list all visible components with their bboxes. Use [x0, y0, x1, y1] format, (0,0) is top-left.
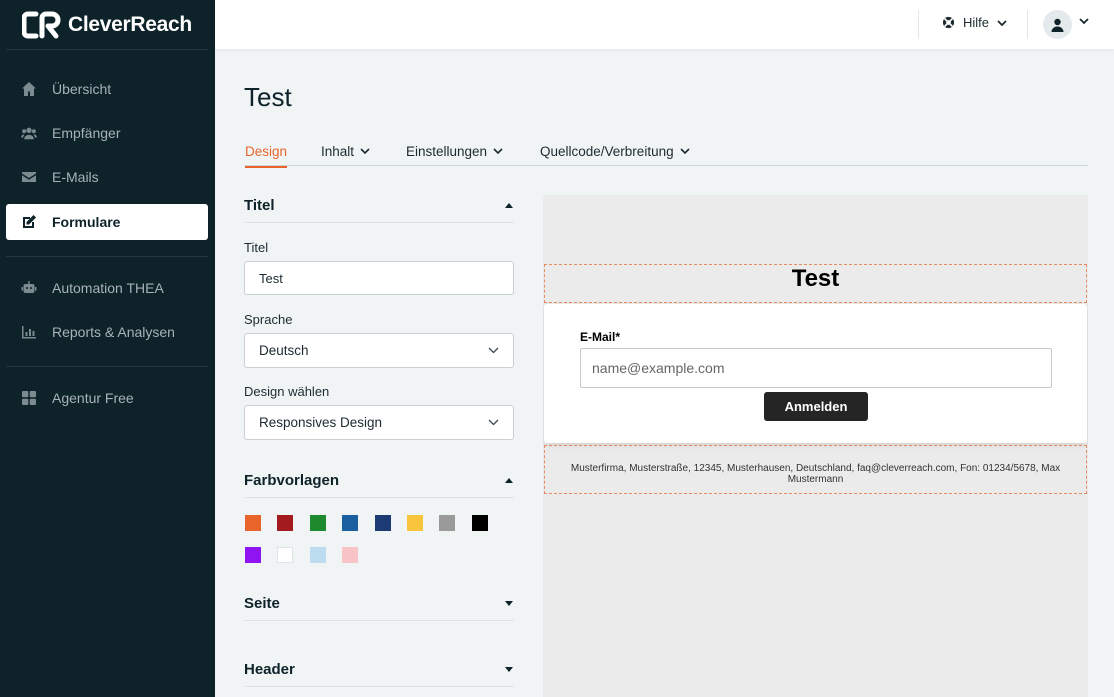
preview-form-card[interactable]: E-Mail* name@example.com Anmelden [544, 304, 1087, 443]
tab-bar: Design Inhalt Einstellungen Quellcode/Ve… [244, 136, 1088, 168]
titel-label: Titel [244, 240, 269, 255]
sidebar-item-reports[interactable]: Reports & Analysen [6, 314, 208, 350]
user-avatar-button[interactable] [1043, 10, 1072, 39]
titel-input[interactable]: Test [244, 261, 514, 295]
sidebar-item-label: Empfänger [52, 125, 121, 141]
sidebar-divider [6, 366, 208, 367]
design-select[interactable]: Responsives Design [244, 405, 514, 440]
sidebar-item-label: Übersicht [52, 81, 112, 97]
chevron-down-icon [360, 148, 370, 154]
section-title: Seite [244, 595, 280, 612]
preview-footer[interactable]: Musterfirma, Musterstraße, 12345, Muster… [544, 445, 1087, 494]
sidebar-item-empfaenger[interactable]: Empfänger [6, 115, 208, 151]
sprache-label: Sprache [244, 312, 293, 327]
help-menu-button[interactable]: Hilfe [942, 15, 1007, 30]
section-farbvorlagen-header[interactable]: Farbvorlagen [244, 464, 514, 498]
sidebar-item-emails[interactable]: E-Mails [6, 159, 208, 195]
sidebar-divider [6, 49, 208, 50]
help-label: Hilfe [963, 15, 990, 30]
topbar-divider [918, 10, 919, 39]
section-title: Header [244, 661, 295, 678]
tab-design[interactable]: Design [245, 139, 288, 168]
chevron-down-icon [680, 148, 690, 154]
tab-label: Design [245, 143, 288, 159]
titel-input-value: Test [259, 270, 283, 286]
design-select-value: Responsives Design [259, 415, 383, 430]
page-title: Test [244, 82, 292, 112]
color-swatch[interactable] [245, 515, 261, 531]
section-seite-header[interactable]: Seite [244, 587, 514, 621]
chevron-down-icon [488, 419, 499, 426]
robot-icon [6, 280, 52, 296]
cleverreach-logo-icon [22, 11, 61, 39]
envelope-icon [6, 169, 52, 185]
caret-down-icon [505, 667, 513, 672]
color-swatch[interactable] [245, 547, 261, 563]
preview-email-label: E-Mail* [580, 330, 621, 344]
color-swatch[interactable] [309, 515, 326, 531]
caret-up-icon [505, 478, 513, 483]
preview-submit-button[interactable]: Anmelden [764, 392, 868, 421]
color-swatch[interactable] [342, 547, 359, 563]
chevron-down-icon [488, 347, 499, 354]
logo-text: CleverReach [68, 13, 192, 36]
sprache-select-value: Deutsch [259, 343, 309, 358]
color-swatch[interactable] [407, 515, 423, 531]
section-title: Farbvorlagen [244, 472, 340, 489]
preview-title[interactable]: Test [544, 264, 1087, 303]
color-swatch[interactable] [277, 547, 294, 563]
tab-label: Quellcode/Verbreitung [540, 143, 674, 159]
form-preview: Test E-Mail* name@example.com Anmelden M… [543, 195, 1088, 697]
sidebar-item-automation-thea[interactable]: Automation THEA [6, 270, 208, 306]
chevron-down-icon [997, 19, 1007, 26]
home-icon [6, 81, 52, 97]
topbar-divider [1027, 10, 1028, 39]
preview-email-input[interactable]: name@example.com [580, 348, 1052, 388]
tab-quellcode-verbreitung[interactable]: Quellcode/Verbreitung [540, 139, 690, 163]
color-swatch[interactable] [471, 515, 488, 531]
design-label: Design wählen [244, 384, 330, 399]
chevron-down-icon [493, 148, 503, 154]
sidebar-item-uebersicht[interactable]: Übersicht [6, 71, 208, 107]
sidebar: CleverReach Übersicht Empfänger E-Mails … [0, 0, 215, 697]
chevron-down-icon[interactable] [1079, 18, 1089, 24]
bar-chart-icon [6, 324, 52, 340]
topbar: Hilfe [215, 0, 1114, 49]
sidebar-item-label: E-Mails [52, 169, 99, 185]
users-icon [6, 125, 52, 141]
sprache-select[interactable]: Deutsch [244, 333, 514, 368]
sidebar-item-label: Agentur Free [52, 390, 134, 406]
sidebar-item-formulare[interactable]: Formulare [6, 204, 208, 240]
section-titel-header[interactable]: Titel [244, 189, 514, 223]
tab-label: Einstellungen [406, 143, 488, 159]
color-swatch[interactable] [277, 515, 294, 531]
lifebuoy-icon [942, 16, 955, 29]
color-swatch[interactable] [342, 515, 359, 531]
preview-email-placeholder: name@example.com [592, 360, 725, 376]
edit-icon [6, 214, 52, 230]
cleverreach-logo[interactable]: CleverReach [22, 10, 192, 40]
tab-einstellungen[interactable]: Einstellungen [406, 139, 503, 163]
tab-label: Inhalt [321, 143, 355, 159]
user-icon [1051, 18, 1064, 32]
sidebar-item-label: Formulare [52, 214, 121, 230]
section-header-header[interactable]: Header [244, 653, 514, 687]
sidebar-divider [6, 256, 208, 257]
tab-inhalt[interactable]: Inhalt [321, 139, 370, 163]
grid-icon [6, 390, 52, 406]
sidebar-item-label: Reports & Analysen [52, 324, 175, 340]
color-swatch[interactable] [309, 547, 326, 563]
sidebar-item-agentur[interactable]: Agentur Free [6, 380, 208, 416]
sidebar-item-label: Automation THEA [52, 280, 164, 296]
caret-up-icon [505, 203, 513, 208]
section-title: Titel [244, 197, 275, 214]
caret-down-icon [505, 601, 513, 606]
color-swatch[interactable] [439, 515, 456, 531]
color-swatch[interactable] [374, 515, 391, 531]
